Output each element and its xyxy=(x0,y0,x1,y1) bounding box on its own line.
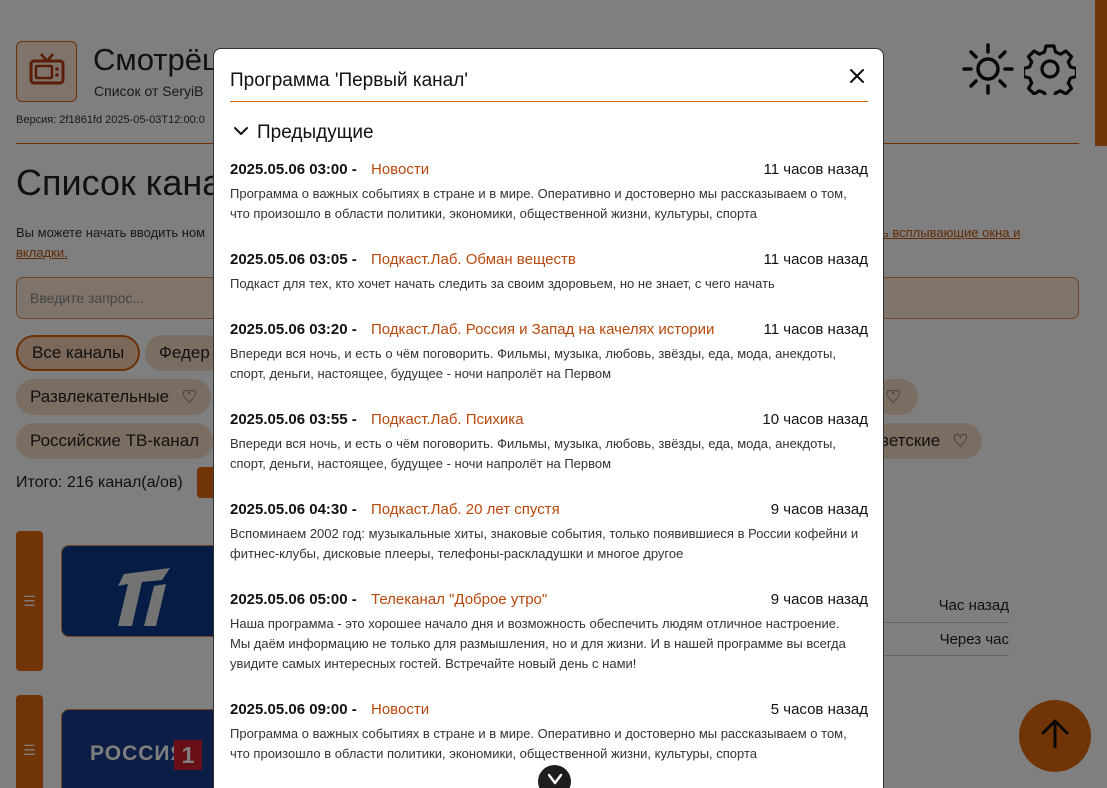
program-modal: Программа 'Первый канал' Предыдущие 2025… xyxy=(213,48,884,788)
program-ago: 9 часов назад xyxy=(770,591,868,608)
program-title-link[interactable]: Подкаст.Лаб. Обман веществ xyxy=(371,251,576,268)
program-description: Впереди вся ночь, и есть о чём поговорит… xyxy=(230,346,836,381)
program-ago: 10 часов назад xyxy=(762,411,868,428)
program-title-link[interactable]: Новости xyxy=(371,701,429,718)
program-description: Программа о важных событиях в стране и в… xyxy=(230,186,847,221)
program-description: Наша программа - это хорошее начало дня … xyxy=(230,616,846,671)
program-ago: 11 часов назад xyxy=(763,251,868,268)
program-time: 2025.05.06 03:55 - xyxy=(230,411,357,428)
program-ago: 11 часов назад xyxy=(763,161,868,178)
program-title-link[interactable]: Новости xyxy=(371,161,429,178)
close-icon xyxy=(850,68,864,88)
program-title-link[interactable]: Подкаст.Лаб. 20 лет спустя xyxy=(371,501,560,518)
previous-section-toggle[interactable]: Предыдущие xyxy=(233,122,374,144)
program-description: Впереди вся ночь, и есть о чём поговорит… xyxy=(230,436,836,471)
program-time: 2025.05.06 03:20 - xyxy=(230,321,357,338)
program-time: 2025.05.06 03:05 - xyxy=(230,251,357,268)
program-description: Вспоминаем 2002 год: музыкальные хиты, з… xyxy=(230,526,859,561)
chevron-down-icon xyxy=(233,124,249,142)
program-ago: 9 часов назад xyxy=(770,501,868,518)
program-title-link[interactable]: Подкаст.Лаб. Психика xyxy=(371,411,524,428)
program-time: 2025.05.06 05:00 - xyxy=(230,591,357,608)
program-time: 2025.05.06 04:30 - xyxy=(230,501,357,518)
modal-title: Программа 'Первый канал' xyxy=(230,70,468,91)
program-time: 2025.05.06 03:00 - xyxy=(230,161,357,178)
program-ago: 11 часов назад xyxy=(763,321,868,338)
chevron-down-icon xyxy=(547,772,563,788)
program-description: Программа о важных событиях в стране и в… xyxy=(230,726,847,761)
program-item: 2025.05.06 03:20 - Подкаст.Лаб. Россия и… xyxy=(230,321,868,411)
program-item: 2025.05.06 03:00 - Новости 11 часов наза… xyxy=(230,161,868,251)
program-time: 2025.05.06 09:00 - xyxy=(230,701,357,718)
program-item: 2025.05.06 03:05 - Подкаст.Лаб. Обман ве… xyxy=(230,251,868,321)
program-item: 2025.05.06 04:30 - Подкаст.Лаб. 20 лет с… xyxy=(230,501,868,591)
program-title-link[interactable]: Подкаст.Лаб. Россия и Запад на качелях и… xyxy=(371,321,714,338)
close-button[interactable] xyxy=(846,67,868,89)
program-description: Подкаст для тех, кто хочет начать следит… xyxy=(230,276,775,291)
program-item: 2025.05.06 05:00 - Телеканал "Доброе утр… xyxy=(230,591,868,701)
section-label: Предыдущие xyxy=(257,122,374,143)
program-title-link[interactable]: Телеканал "Доброе утро" xyxy=(371,591,547,608)
program-list: 2025.05.06 03:00 - Новости 11 часов наза… xyxy=(230,161,868,788)
program-ago: 5 часов назад xyxy=(770,701,868,718)
modal-header: Программа 'Первый канал' xyxy=(230,49,868,102)
program-item: 2025.05.06 03:55 - Подкаст.Лаб. Психика … xyxy=(230,411,868,501)
